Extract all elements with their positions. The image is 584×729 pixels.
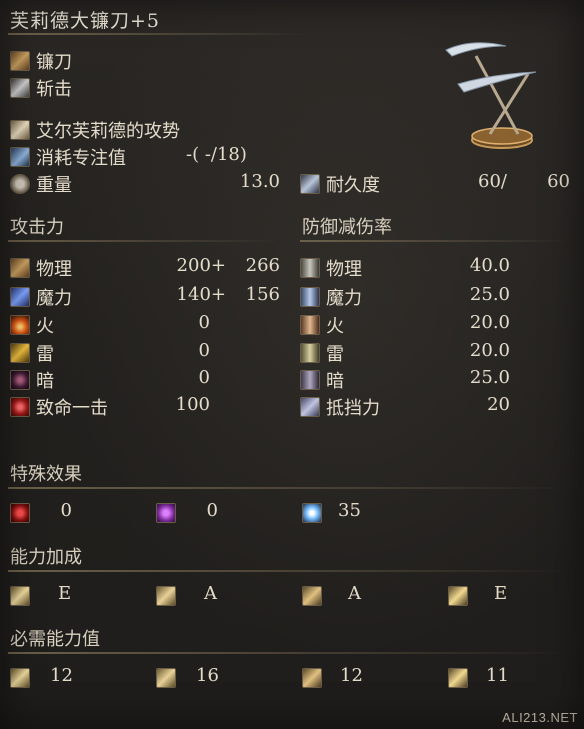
critical-icon bbox=[10, 397, 30, 417]
fp-cost-label: 消耗专注值 bbox=[36, 148, 126, 169]
durability-label: 耐久度 bbox=[326, 175, 380, 196]
faith-icon bbox=[448, 586, 468, 606]
requirement-value-faith: 11 bbox=[486, 665, 509, 686]
attack-base-fire: 0 bbox=[198, 312, 210, 333]
weight-icon bbox=[10, 174, 30, 194]
skill-icon bbox=[10, 120, 30, 140]
attack-label-fire: 火 bbox=[36, 316, 54, 337]
dexterity-icon bbox=[156, 668, 176, 688]
defense-divider bbox=[300, 240, 570, 242]
attack-type: 斩击 bbox=[36, 79, 72, 100]
poison-icon bbox=[156, 503, 176, 523]
attack-total-physical: 266 bbox=[245, 255, 280, 276]
defense-value-fire: 20.0 bbox=[469, 312, 510, 333]
attack-divider bbox=[8, 240, 278, 242]
intelligence-icon bbox=[302, 586, 322, 606]
defense-label-dark: 暗 bbox=[326, 371, 344, 392]
attack-base-dark: 0 bbox=[198, 367, 210, 388]
physical-attack-icon bbox=[10, 258, 30, 278]
scaling-value-faith: E bbox=[494, 583, 508, 604]
scaling-divider bbox=[8, 570, 568, 572]
faith-icon bbox=[448, 668, 468, 688]
attack-header: 攻击力 bbox=[10, 217, 64, 238]
attack-base-critical: 100 bbox=[175, 394, 210, 415]
weapon-stats-panel: 芙莉德大镰刀+5 镰刀 斩击 艾尔芙莉德的攻势 消耗专注值 -( -/18) 重… bbox=[0, 0, 584, 729]
weapon-image bbox=[445, 42, 537, 149]
attack-label-critical: 致命一击 bbox=[36, 398, 108, 419]
fp-cost-value: -( -/18) bbox=[186, 144, 247, 165]
weapon-type: 镰刀 bbox=[36, 52, 72, 73]
effect-value-poison: 0 bbox=[206, 500, 218, 521]
attack-label-physical: 物理 bbox=[36, 259, 72, 280]
weapon-title: 芙莉德大镰刀+5 bbox=[10, 10, 161, 32]
attack-total-magic: 156 bbox=[245, 284, 280, 305]
title-divider bbox=[8, 33, 308, 35]
effects-divider bbox=[8, 487, 568, 489]
defense-value-magic: 25.0 bbox=[469, 284, 510, 305]
lightning-defense-icon bbox=[300, 343, 320, 363]
defense-header: 防御减伤率 bbox=[302, 217, 392, 238]
dark-attack-icon bbox=[10, 370, 30, 390]
durability-current: 60/ bbox=[478, 171, 507, 192]
effect-value-bleed: 0 bbox=[60, 500, 72, 521]
slash-icon bbox=[10, 78, 30, 98]
strength-icon bbox=[10, 668, 30, 688]
effects-header: 特殊效果 bbox=[10, 464, 82, 485]
dark-defense-icon bbox=[300, 370, 320, 390]
weight-value: 13.0 bbox=[239, 171, 280, 192]
durability-icon bbox=[300, 174, 320, 194]
frost-icon bbox=[302, 503, 322, 523]
defense-label-stability: 抵挡力 bbox=[326, 398, 380, 419]
attack-base-lightning: 0 bbox=[198, 340, 210, 361]
durability-max: 60 bbox=[547, 171, 570, 192]
requirements-header: 必需能力值 bbox=[10, 629, 100, 650]
scaling-value-dexterity: A bbox=[204, 583, 217, 604]
fire-defense-icon bbox=[300, 315, 320, 335]
defense-label-fire: 火 bbox=[326, 316, 344, 337]
requirement-value-intelligence: 12 bbox=[340, 665, 363, 686]
weight-label: 重量 bbox=[36, 175, 72, 196]
lightning-attack-icon bbox=[10, 343, 30, 363]
magic-defense-icon bbox=[300, 287, 320, 307]
strength-icon bbox=[10, 586, 30, 606]
defense-value-lightning: 20.0 bbox=[469, 340, 510, 361]
effect-value-frost: 35 bbox=[338, 500, 361, 521]
attack-label-dark: 暗 bbox=[36, 371, 54, 392]
weapon-skill: 艾尔芙莉德的攻势 bbox=[36, 121, 180, 142]
attack-label-lightning: 雷 bbox=[36, 344, 54, 365]
requirement-value-dexterity: 16 bbox=[196, 665, 219, 686]
attack-base-magic: 140+ bbox=[176, 284, 226, 305]
magic-attack-icon bbox=[10, 287, 30, 307]
defense-value-stability: 20 bbox=[487, 394, 510, 415]
weapon-type-icon bbox=[10, 51, 30, 71]
attack-label-magic: 魔力 bbox=[36, 288, 72, 309]
scaling-value-intelligence: A bbox=[348, 583, 361, 604]
requirement-value-strength: 12 bbox=[50, 665, 73, 686]
defense-label-lightning: 雷 bbox=[326, 344, 344, 365]
physical-defense-icon bbox=[300, 258, 320, 278]
fp-icon bbox=[10, 147, 30, 167]
scaling-value-strength: E bbox=[58, 583, 72, 604]
attack-base-physical: 200+ bbox=[176, 255, 226, 276]
defense-label-magic: 魔力 bbox=[326, 288, 362, 309]
intelligence-icon bbox=[302, 668, 322, 688]
defense-label-physical: 物理 bbox=[326, 259, 362, 280]
stability-icon bbox=[300, 397, 320, 417]
fire-attack-icon bbox=[10, 315, 30, 335]
dexterity-icon bbox=[156, 586, 176, 606]
watermark: ALI213.NET bbox=[502, 710, 578, 725]
bleed-icon bbox=[10, 503, 30, 523]
requirements-divider bbox=[8, 652, 568, 654]
scaling-header: 能力加成 bbox=[10, 547, 82, 568]
defense-value-dark: 25.0 bbox=[469, 367, 510, 388]
defense-value-physical: 40.0 bbox=[469, 255, 510, 276]
